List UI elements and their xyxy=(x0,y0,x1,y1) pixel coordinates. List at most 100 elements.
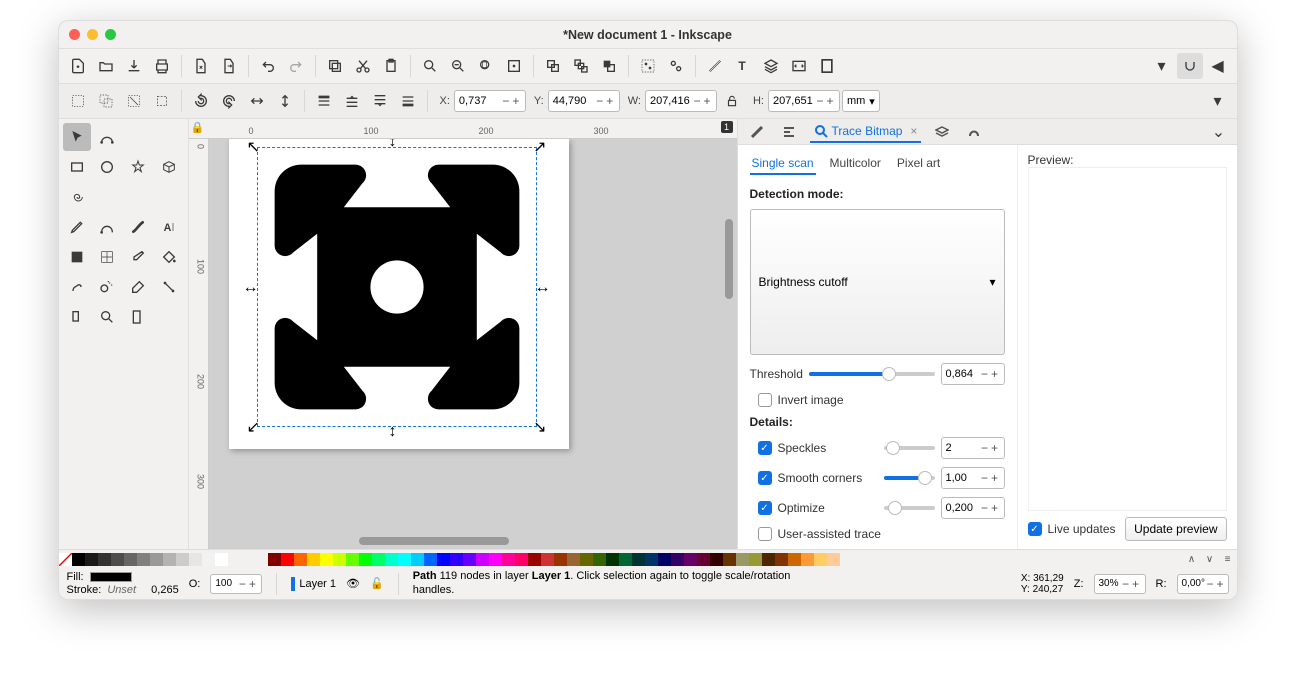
text-button[interactable]: T xyxy=(730,53,756,79)
zoom-drawing-button[interactable] xyxy=(445,53,471,79)
open-button[interactable] xyxy=(93,53,119,79)
swatch[interactable] xyxy=(632,553,645,566)
ellipse-tool[interactable] xyxy=(93,153,121,181)
zoom-tool[interactable] xyxy=(93,303,121,331)
swatch[interactable] xyxy=(98,553,111,566)
swatch[interactable] xyxy=(463,553,476,566)
swatch[interactable] xyxy=(619,553,632,566)
swatch[interactable] xyxy=(111,553,124,566)
lower-bottom-button[interactable] xyxy=(395,88,421,114)
unit-select[interactable]: mm▾ xyxy=(842,90,880,112)
rotate-cw-button[interactable] xyxy=(216,88,242,114)
stroke-value[interactable]: Unset xyxy=(107,584,136,596)
swatch[interactable] xyxy=(137,553,150,566)
swatch[interactable] xyxy=(202,553,215,566)
tool-more-button[interactable]: ▾ xyxy=(1205,88,1231,114)
v-scrollbar[interactable] xyxy=(725,219,733,299)
flip-h-button[interactable] xyxy=(244,88,270,114)
subtab-single[interactable]: Single scan xyxy=(750,153,816,175)
eraser-tool[interactable] xyxy=(124,273,152,301)
mesh-tool[interactable] xyxy=(93,243,121,271)
swatch[interactable] xyxy=(671,553,684,566)
dropper-tool[interactable] xyxy=(124,243,152,271)
dock-menu-button[interactable]: ⌄ xyxy=(1209,122,1229,142)
copy-button[interactable] xyxy=(322,53,348,79)
swatch[interactable] xyxy=(320,553,333,566)
swatch[interactable] xyxy=(762,553,775,566)
snap-button[interactable] xyxy=(1177,53,1203,79)
lpe-tool[interactable] xyxy=(63,303,91,331)
canvas[interactable]: ↖ ↕ ↗ ↔ ↔ ↙ ↕ ↘ xyxy=(209,139,737,549)
group-button[interactable] xyxy=(635,53,661,79)
maximize-window[interactable] xyxy=(105,29,116,40)
invert-checkbox[interactable] xyxy=(758,393,772,407)
swatch[interactable] xyxy=(150,553,163,566)
layer-indicator[interactable]: Layer 1 xyxy=(291,577,336,591)
dock-tab-object[interactable] xyxy=(963,122,985,142)
swatch[interactable] xyxy=(593,553,606,566)
rect-tool[interactable] xyxy=(63,153,91,181)
swatch[interactable] xyxy=(489,553,502,566)
fill-indicator[interactable] xyxy=(90,572,132,582)
palette-next[interactable]: ∨ xyxy=(1201,553,1219,566)
swatch[interactable] xyxy=(554,553,567,566)
swatch[interactable] xyxy=(528,553,541,566)
swatch[interactable] xyxy=(385,553,398,566)
swatch[interactable] xyxy=(307,553,320,566)
swatch[interactable] xyxy=(801,553,814,566)
swatch[interactable] xyxy=(502,553,515,566)
deselect-button[interactable] xyxy=(121,88,147,114)
swatch[interactable] xyxy=(567,553,580,566)
paste-button[interactable] xyxy=(378,53,404,79)
swatch-none[interactable] xyxy=(59,553,72,566)
swatch[interactable] xyxy=(372,553,385,566)
zoom-center-button[interactable] xyxy=(501,53,527,79)
optimize-checkbox[interactable]: ✓ xyxy=(758,501,772,515)
swatch[interactable] xyxy=(411,553,424,566)
collapse-button[interactable]: ◀ xyxy=(1205,53,1231,79)
swatch[interactable] xyxy=(268,553,281,566)
swatch[interactable] xyxy=(827,553,840,566)
more-menu-button[interactable]: ▾ xyxy=(1149,53,1175,79)
dock-tab-layers[interactable] xyxy=(931,122,953,142)
dock-tab-align[interactable] xyxy=(778,122,800,142)
toggle-selection-button[interactable] xyxy=(149,88,175,114)
userassist-checkbox[interactable] xyxy=(758,527,772,541)
zoom-selection-button[interactable] xyxy=(417,53,443,79)
raise-button[interactable] xyxy=(339,88,365,114)
swatch[interactable] xyxy=(736,553,749,566)
smooth-checkbox[interactable]: ✓ xyxy=(758,471,772,485)
guide-lock-icon[interactable]: 🔒 xyxy=(191,121,205,134)
detection-mode-select[interactable]: Brightness cutoff▾ xyxy=(750,209,1005,355)
ungroup-button[interactable] xyxy=(663,53,689,79)
swatch[interactable] xyxy=(775,553,788,566)
zoom-page-button[interactable] xyxy=(473,53,499,79)
swatch[interactable] xyxy=(580,553,593,566)
speckles-checkbox[interactable]: ✓ xyxy=(758,441,772,455)
swatch[interactable] xyxy=(346,553,359,566)
swatch[interactable] xyxy=(723,553,736,566)
calligraphy-tool[interactable] xyxy=(124,213,152,241)
pencil-tool[interactable] xyxy=(63,213,91,241)
swatch[interactable] xyxy=(814,553,827,566)
print-button[interactable] xyxy=(149,53,175,79)
smooth-slider[interactable] xyxy=(884,468,935,488)
swatch[interactable] xyxy=(437,553,450,566)
duplicate-button[interactable] xyxy=(540,53,566,79)
dock-tab-fillstroke[interactable] xyxy=(746,122,768,142)
swatch[interactable] xyxy=(176,553,189,566)
raise-top-button[interactable] xyxy=(311,88,337,114)
subtab-pixel[interactable]: Pixel art xyxy=(895,153,942,175)
clone-button[interactable] xyxy=(568,53,594,79)
palette-menu[interactable]: ≡ xyxy=(1219,553,1237,566)
measure-tool[interactable] xyxy=(124,303,152,331)
swatch[interactable] xyxy=(697,553,710,566)
close-window[interactable] xyxy=(69,29,80,40)
tweak-tool[interactable] xyxy=(63,273,91,301)
x-input[interactable]: 0,737−+ xyxy=(454,90,526,112)
update-preview-button[interactable]: Update preview xyxy=(1125,517,1226,541)
swatch[interactable] xyxy=(450,553,463,566)
swatch[interactable] xyxy=(749,553,762,566)
rotation-input[interactable]: 0,00°−+ xyxy=(1177,574,1229,594)
swatch[interactable] xyxy=(684,553,697,566)
